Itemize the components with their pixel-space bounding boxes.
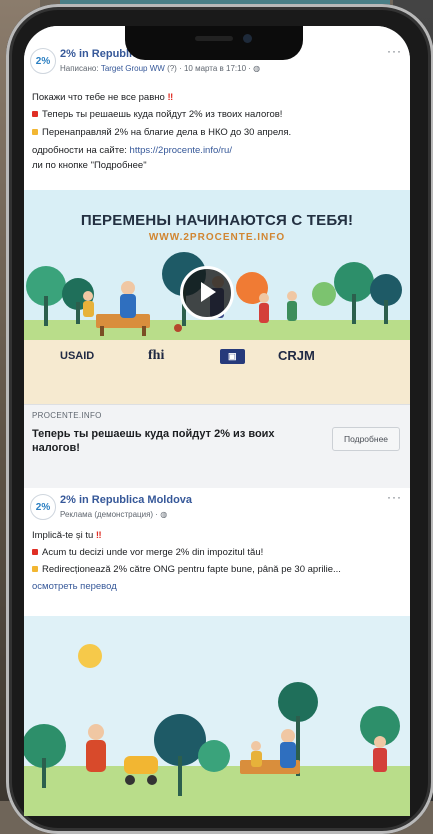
post-text-line: Покажи что тебе не все равно ‼	[32, 92, 174, 103]
globe-icon: ◍	[160, 510, 168, 519]
phone-screen: 2% 2% in Republica Moldova Написано: Tar…	[24, 26, 410, 816]
see-translation-link[interactable]: осмотреть перевод	[32, 581, 117, 592]
double-exclamation-icon: ‼	[95, 530, 102, 541]
post-image[interactable]	[24, 616, 410, 816]
meta-prefix: Написано:	[60, 64, 99, 73]
link-domain: PROCENTE.INFO	[32, 411, 102, 420]
fhi-logo: fhi	[148, 348, 165, 363]
speaker-icon	[195, 36, 233, 41]
usaid-logo: USAID	[60, 350, 95, 362]
page-avatar[interactable]: 2%	[30, 48, 56, 74]
phone-notch	[125, 26, 303, 60]
more-options-icon[interactable]: ···	[387, 490, 402, 504]
page-name-link[interactable]: 2% in Republica Moldova	[60, 494, 192, 506]
link-title: Теперь ты решаешь куда пойдут 2% из воих…	[32, 428, 275, 454]
crjm-logo: CRJM	[278, 348, 315, 363]
learn-more-button[interactable]: Подробнее	[332, 427, 400, 451]
pointing-hand-icon	[32, 129, 38, 136]
video-thumbnail[interactable]: ПЕРЕМЕНЫ НАЧИНАЮТСЯ С ТЕБЯ! WWW.2PROCENT…	[24, 190, 410, 404]
more-options-icon[interactable]: ···	[387, 44, 402, 58]
play-icon[interactable]	[180, 266, 234, 320]
post-text-line: Acum tu decizi unde vor merge 2% din imp…	[32, 547, 263, 558]
partner-logo-box: ▣	[220, 349, 245, 364]
post-text-line: Теперь ты решаешь куда пойдут 2% из твои…	[32, 109, 282, 120]
red-square-icon	[32, 549, 38, 556]
pointing-hand-icon	[32, 566, 38, 573]
post-text-line: Redirecționează 2% către ONG pentru fapt…	[32, 564, 341, 575]
post-text-line: одробности на сайте: https://2procente.i…	[32, 145, 232, 156]
double-exclamation-icon: ‼	[167, 92, 174, 103]
meta-time: (?) · 10 марта в 17:10 ·	[167, 64, 254, 73]
hero-title: ПЕРЕМЕНЫ НАЧИНАЮТСЯ С ТЕБЯ!	[80, 212, 354, 229]
facebook-post: 2% 2% in Republica Moldova Реклама (демо…	[24, 488, 410, 616]
website-link[interactable]: https://2procente.info/ru/	[130, 145, 232, 156]
red-square-icon	[32, 111, 38, 118]
post-text-line: Implică-te și tu ‼	[32, 530, 102, 541]
meta-author-link[interactable]: Target Group WW	[101, 64, 165, 73]
globe-icon: ◍	[253, 64, 261, 73]
hero-url: WWW.2PROCENTE.INFO	[148, 232, 286, 243]
camera-icon	[243, 34, 252, 43]
post-header: 2% 2% in Republica Moldova Реклама (демо…	[24, 488, 410, 522]
post-text-line: Перенаправляй 2% на благие дела в НКО до…	[32, 127, 291, 138]
park-illustration	[24, 644, 410, 816]
page-avatar[interactable]: 2%	[30, 494, 56, 520]
link-preview[interactable]: PROCENTE.INFO Теперь ты решаешь куда пой…	[24, 404, 410, 489]
post-meta: Реклама (демонстрация) · ◍	[60, 510, 168, 519]
partner-logos: USAID fhi ▣ CRJM	[24, 346, 410, 374]
post-text-line: ли по кнопке "Подробнее"	[32, 160, 147, 171]
post-meta: Написано: Target Group WW (?) · 10 марта…	[60, 64, 260, 73]
